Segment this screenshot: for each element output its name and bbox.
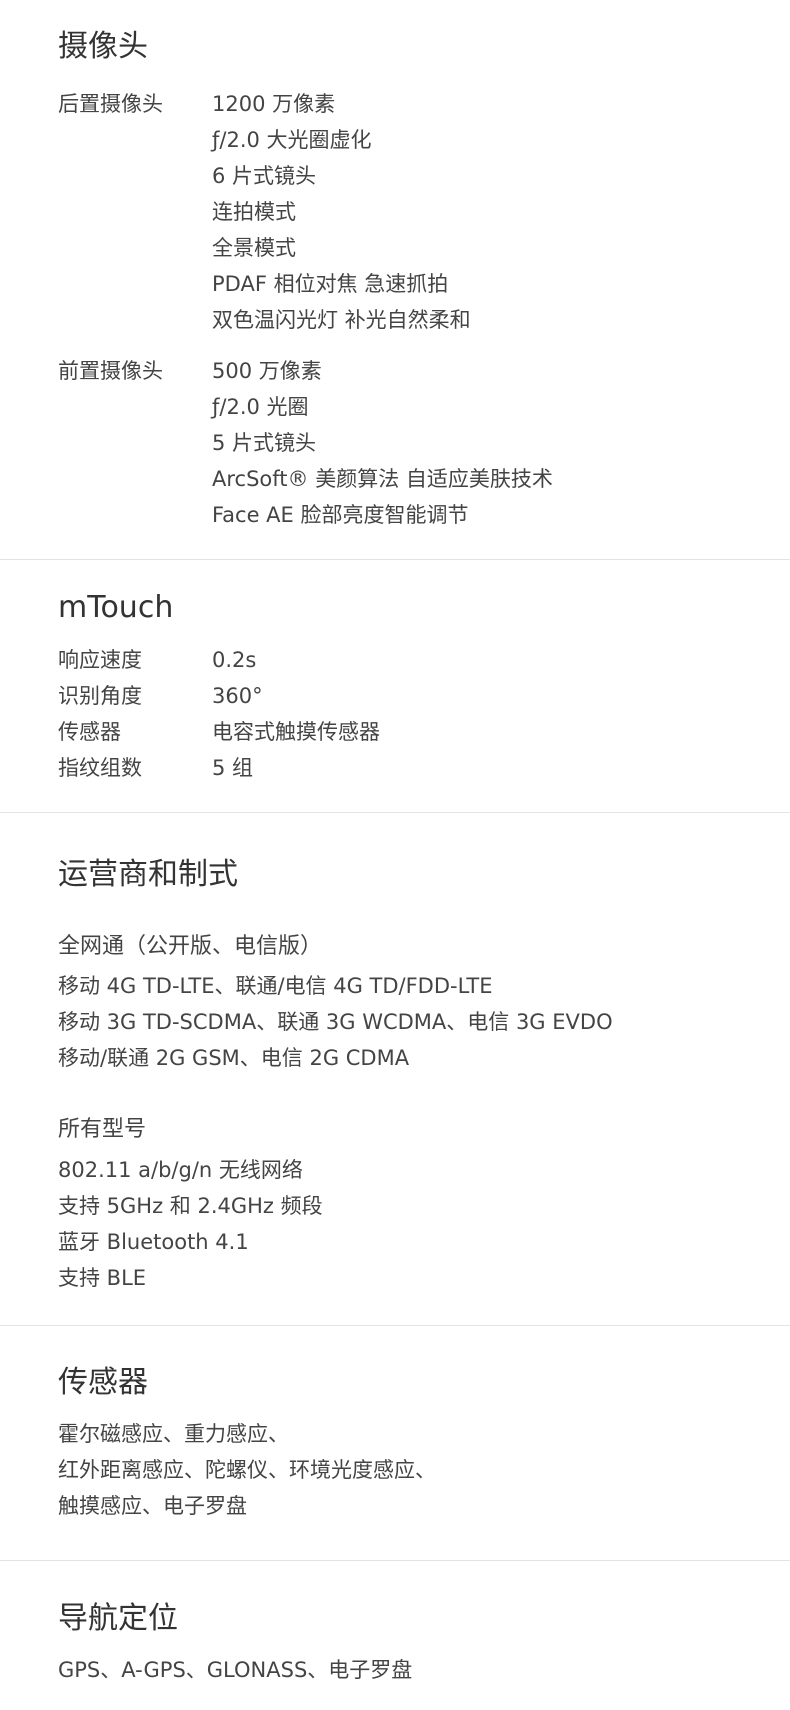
carrier-line: 支持 5GHz 和 2.4GHz 频段 [58,1194,323,1218]
carrier-line: 蓝牙 Bluetooth 4.1 [58,1230,249,1254]
camera-title: 摄像头 [58,29,148,64]
carrier-group-lines: 移动 4G TD-LTE、联通/电信 4G TD/FDD-LTE 移动 3G T… [58,968,613,1076]
rear-camera-value: 6 片式镜头 [212,164,317,188]
sensors-line: 霍尔磁感应、重力感应、 [58,1422,289,1446]
rear-camera-value: 双色温闪光灯 补光自然柔和 [212,308,471,332]
mtouch-values: 电容式触摸传感器 [212,714,380,750]
front-camera-value: Face AE 脸部亮度智能调节 [212,503,469,527]
carrier-group-heading: 所有型号 [58,1117,147,1142]
mtouch-values: 0.2s [212,642,256,678]
mtouch-values: 5 组 [212,750,253,786]
rear-camera-value: ƒ/2.0 大光圈虚化 [212,128,372,152]
carrier-group-lines: 802.11 a/b/g/n 无线网络 支持 5GHz 和 2.4GHz 频段 … [58,1152,323,1296]
sensors-line: 红外距离感应、陀螺仪、环境光度感应、 [58,1458,436,1482]
carrier-section: 运营商和制式 全网通（公开版、电信版） 移动 4G TD-LTE、联通/电信 4… [0,813,790,1325]
carrier-group-heading: 全网通（公开版、电信版） [58,934,323,959]
front-camera-value: 5 片式镜头 [212,431,317,455]
sensors-title: 传感器 [58,1365,148,1400]
rear-camera-value: PDAF 相位对焦 急速抓拍 [212,272,449,296]
front-camera-value: ƒ/2.0 光圈 [212,395,309,419]
sensors-line: 触摸感应、电子罗盘 [58,1494,247,1518]
front-camera-value: ArcSoft® 美颜算法 自适应美肤技术 [212,467,553,491]
carrier-line: 802.11 a/b/g/n 无线网络 [58,1158,303,1182]
navigation-section: 导航定位 GPS、A-GPS、GLONASS、电子罗盘 [0,1561,790,1710]
rear-camera-value: 1200 万像素 [212,92,336,116]
mtouch-values: 360° [212,678,263,714]
mtouch-value: 360° [212,684,263,708]
mtouch-title: mTouch [58,590,174,625]
carrier-line: 移动 3G TD-SCDMA、联通 3G WCDMA、电信 3G EVDO [58,1010,613,1034]
front-camera-values: 500 万像素 ƒ/2.0 光圈 5 片式镜头 ArcSoft® 美颜算法 自适… [212,353,553,533]
mtouch-section: mTouch 响应速度 0.2s 识别角度 360° 传感器 电容式触摸传感器 … [0,560,790,812]
front-camera-value: 500 万像素 [212,359,322,383]
camera-section: 摄像头 后置摄像头 1200 万像素 ƒ/2.0 大光圈虚化 6 片式镜头 连拍… [0,0,790,560]
rear-camera-value: 连拍模式 [212,200,296,224]
mtouch-value: 5 组 [212,756,254,780]
rear-camera-values: 1200 万像素 ƒ/2.0 大光圈虚化 6 片式镜头 连拍模式 全景模式 PD… [212,86,471,338]
rear-camera-label: 后置摄像头 [58,92,163,116]
navigation-title: 导航定位 [58,1601,178,1636]
mtouch-value: 0.2s [212,648,257,672]
navigation-lines: GPS、A-GPS、GLONASS、电子罗盘 [58,1652,412,1688]
front-camera-label: 前置摄像头 [58,359,163,383]
navigation-line: GPS、A-GPS、GLONASS、电子罗盘 [58,1658,413,1682]
mtouch-label: 识别角度 [58,684,142,708]
mtouch-label: 指纹组数 [58,756,142,780]
carrier-line: 支持 BLE [58,1266,147,1290]
carrier-title: 运营商和制式 [58,857,238,892]
carrier-line: 移动/联通 2G GSM、电信 2G CDMA [58,1046,410,1070]
rear-camera-value: 全景模式 [212,236,296,260]
sensors-section: 传感器 霍尔磁感应、重力感应、 红外距离感应、陀螺仪、环境光度感应、 触摸感应、… [0,1326,790,1560]
mtouch-value: 电容式触摸传感器 [212,720,380,744]
carrier-line: 移动 4G TD-LTE、联通/电信 4G TD/FDD-LTE [58,974,493,998]
mtouch-label: 响应速度 [58,648,142,672]
mtouch-label: 传感器 [58,720,121,744]
sensors-lines: 霍尔磁感应、重力感应、 红外距离感应、陀螺仪、环境光度感应、 触摸感应、电子罗盘 [58,1416,436,1524]
